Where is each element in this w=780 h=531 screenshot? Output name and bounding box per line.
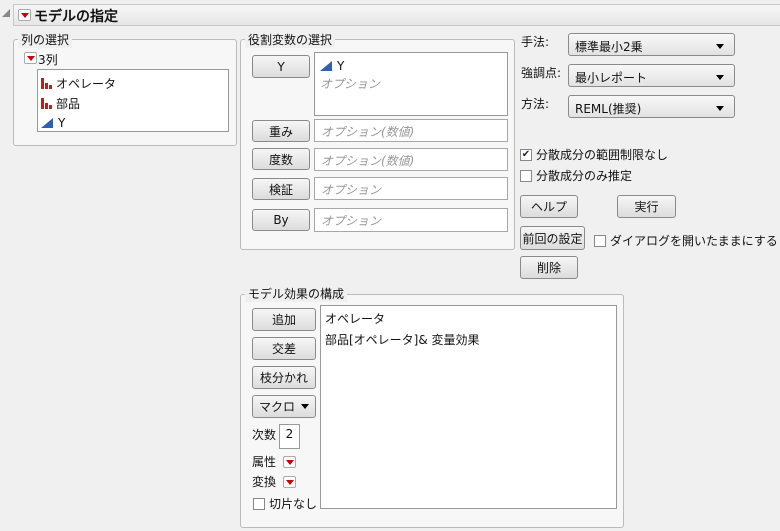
effect-item[interactable]: オペレータ: [325, 310, 612, 331]
attributes-menu-button[interactable]: [283, 456, 296, 468]
column-select-label: 列の選択: [18, 31, 73, 48]
effects-list[interactable]: オペレータ 部品[オペレータ]& 変量効果: [320, 305, 617, 509]
header-menu-button[interactable]: [18, 9, 31, 21]
continuous-icon: [320, 60, 332, 71]
help-button[interactable]: ヘルプ: [520, 195, 578, 218]
by-field[interactable]: オプション: [314, 208, 508, 232]
transform-label: 変換: [252, 475, 277, 489]
unbounded-checkbox[interactable]: ✔ 分散成分の範囲制限なし: [520, 146, 668, 163]
keep-open-label: ダイアログを開いたままにする: [610, 234, 778, 248]
nominal-icon: [41, 77, 54, 89]
personality-label: 手法:: [521, 35, 550, 49]
method-label: 方法:: [521, 97, 550, 111]
column-item-part[interactable]: 部品: [41, 93, 225, 113]
macros-label: マクロ: [258, 400, 295, 414]
variance-only-checkbox[interactable]: 分散成分のみ推定: [520, 167, 632, 184]
emphasis-dropdown[interactable]: 最小レポート: [568, 64, 735, 87]
recall-button[interactable]: 前回の設定: [520, 226, 585, 250]
transform-menu-button[interactable]: [283, 476, 296, 488]
effects-label: モデル効果の構成: [245, 285, 348, 302]
cross-button[interactable]: 交差: [252, 337, 316, 360]
validation-field[interactable]: オプション: [314, 177, 508, 200]
y-role-button[interactable]: Y: [252, 55, 310, 78]
columns-menu-button[interactable]: [24, 52, 37, 64]
checkbox-icon: [520, 169, 532, 182]
variance-only-label: 分散成分のみ推定: [536, 169, 633, 183]
chevron-down-icon: [301, 404, 309, 409]
checkbox-checked-icon: ✔: [520, 148, 532, 161]
freq-button[interactable]: 度数: [252, 148, 310, 170]
degree-label: 次数: [252, 428, 277, 442]
nest-button[interactable]: 枝分かれ: [252, 366, 316, 389]
degree-input[interactable]: 2: [279, 424, 300, 449]
weight-button[interactable]: 重み: [252, 120, 310, 142]
y-role-item[interactable]: Y: [320, 56, 502, 75]
roles-label: 役割変数の選択: [245, 31, 336, 48]
y-role-list[interactable]: Y オプション: [314, 52, 508, 116]
remove-button[interactable]: 削除: [520, 256, 578, 279]
y-role-placeholder: オプション: [320, 77, 381, 91]
freq-field[interactable]: オプション(数値): [314, 148, 508, 171]
add-button[interactable]: 追加: [252, 308, 316, 331]
attributes-label: 属性: [252, 455, 277, 469]
no-intercept-label: 切片なし: [269, 497, 318, 511]
emphasis-label: 強調点:: [521, 66, 562, 80]
column-list[interactable]: オペレータ 部品 Y: [37, 69, 229, 132]
method-dropdown[interactable]: REML(推奨): [568, 95, 735, 118]
column-name: Y: [58, 116, 66, 130]
by-button[interactable]: By: [252, 209, 310, 231]
macros-button[interactable]: マクロ: [252, 395, 316, 418]
effect-item[interactable]: 部品[オペレータ]& 変量効果: [325, 331, 612, 352]
personality-dropdown[interactable]: 標準最小2乗: [568, 33, 735, 56]
keep-open-checkbox[interactable]: ダイアログを開いたままにする: [594, 232, 778, 249]
column-name: オペレータ: [56, 76, 117, 91]
checkbox-icon: [594, 234, 606, 247]
continuous-icon: [41, 118, 53, 128]
column-item-y[interactable]: Y: [41, 113, 225, 133]
y-role-value: Y: [337, 58, 345, 73]
checkbox-icon: [253, 497, 265, 510]
no-intercept-checkbox[interactable]: 切片なし: [253, 495, 317, 512]
nominal-icon: [41, 97, 54, 109]
validation-button[interactable]: 検証: [252, 178, 310, 200]
unbounded-label: 分散成分の範囲制限なし: [536, 148, 669, 162]
column-item-operator[interactable]: オペレータ: [41, 73, 225, 93]
outline-collapse-icon[interactable]: [2, 9, 10, 17]
header-bar: [13, 4, 780, 26]
run-button[interactable]: 実行: [617, 195, 676, 218]
weight-field[interactable]: オプション(数値): [314, 119, 508, 142]
page-title: モデルの指定: [34, 9, 118, 25]
column-count: 3列: [38, 53, 58, 67]
column-name: 部品: [56, 96, 81, 111]
